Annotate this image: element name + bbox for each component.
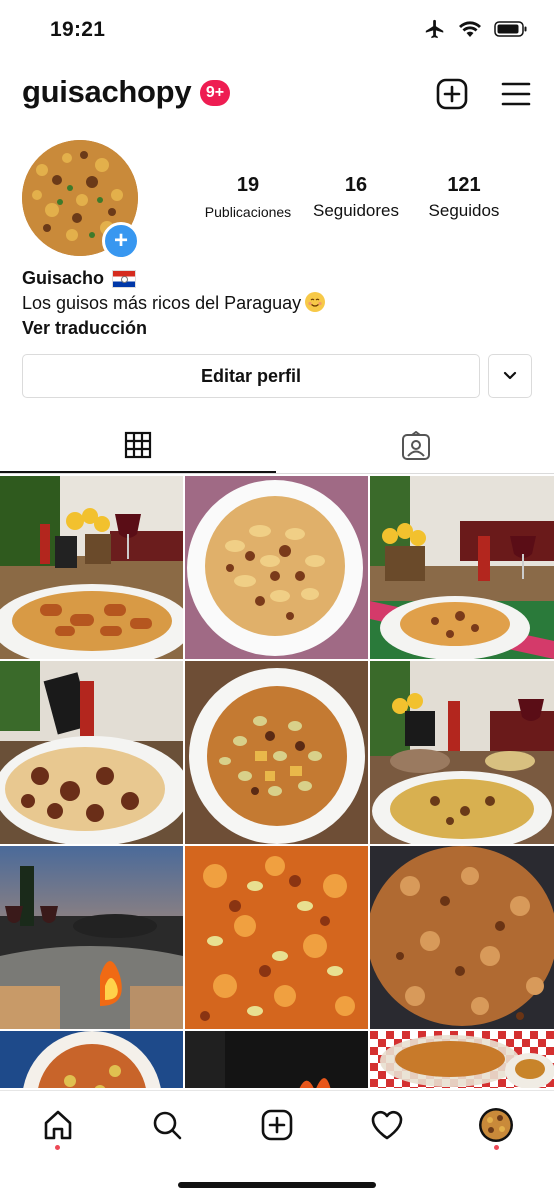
food-photo: [370, 661, 554, 844]
bio-text: Los guisos más ricos del Paraguay: [22, 293, 302, 313]
bio-text-row: Los guisos más ricos del Paraguay: [22, 291, 532, 316]
profile-stats: 19 Publicaciones 16 Seguidores 121 Segui…: [196, 174, 516, 221]
tab-tagged[interactable]: [278, 418, 554, 474]
stat-followers-label: Seguidores: [312, 201, 399, 220]
post-thumbnail[interactable]: [185, 661, 368, 844]
status-icons: [424, 18, 528, 45]
posts-grid: [0, 476, 554, 1088]
new-post-icon: [261, 1109, 293, 1141]
search-icon: [153, 1111, 182, 1140]
post-thumbnail[interactable]: [185, 846, 368, 1029]
smiling-face-icon: [305, 292, 326, 312]
edit-profile-button[interactable]: Editar perfil: [22, 354, 480, 398]
post-thumbnail[interactable]: [370, 476, 554, 659]
post-thumbnail[interactable]: [185, 476, 368, 659]
post-thumbnail[interactable]: [0, 476, 183, 659]
stat-following-count: 121: [447, 174, 481, 196]
grid-icon: [124, 431, 152, 458]
status-bar: 19:21: [0, 0, 554, 60]
nav-profile[interactable]: [476, 1105, 516, 1145]
home-indicator: [178, 1182, 376, 1188]
profile-header: guisachopy 9+: [0, 72, 554, 118]
profile-bio: Guisacho Los guisos más ricos del Paragu…: [22, 266, 532, 341]
post-thumbnail[interactable]: [370, 661, 554, 844]
nav-search[interactable]: [147, 1105, 187, 1145]
stat-posts-count: 19: [236, 174, 260, 196]
stat-followers[interactable]: 16 Seguidores: [304, 174, 408, 221]
post-thumbnail[interactable]: [0, 846, 183, 1029]
add-story-icon[interactable]: +: [102, 222, 140, 260]
username-title[interactable]: guisachopy: [22, 74, 192, 110]
tab-grid[interactable]: [0, 418, 276, 473]
stat-following[interactable]: 121 Seguidos: [412, 174, 516, 221]
menu-icon[interactable]: [498, 76, 534, 112]
profile-avatar-icon: [479, 1108, 513, 1142]
profile-notification-dot: [494, 1145, 499, 1150]
suggestions-dropdown-button[interactable]: [488, 354, 532, 398]
food-photo: [185, 1031, 368, 1088]
tagged-icon: [402, 431, 430, 460]
activity-heart-icon: [371, 1110, 403, 1140]
profile-name-row: Guisacho: [22, 266, 532, 291]
wifi-icon: [458, 20, 482, 43]
chevron-down-icon: [503, 371, 517, 380]
home-icon: [44, 1110, 72, 1140]
food-photo: [0, 476, 183, 659]
food-photo: [370, 846, 554, 1029]
airplane-icon: [424, 18, 446, 45]
post-thumbnail[interactable]: [370, 1031, 554, 1088]
status-time: 19:21: [50, 18, 106, 41]
nav-home[interactable]: [38, 1105, 78, 1145]
translate-link[interactable]: Ver traducción: [22, 316, 532, 341]
profile-tabs: [0, 418, 554, 474]
post-thumbnail[interactable]: [0, 1031, 183, 1088]
nav-activity[interactable]: [367, 1105, 407, 1145]
paraguay-flag-icon: [112, 269, 137, 288]
profile-name: Guisacho: [22, 268, 105, 288]
food-photo: [0, 1031, 183, 1088]
food-photo: [185, 661, 368, 844]
home-notification-dot: [55, 1145, 60, 1150]
new-post-icon[interactable]: [434, 76, 470, 112]
stat-followers-count: 16: [344, 174, 368, 196]
food-photo: [370, 1031, 554, 1088]
nav-new-post[interactable]: [257, 1105, 297, 1145]
food-photo: [185, 846, 368, 1029]
stat-posts-label: Publicaciones: [204, 204, 292, 220]
stat-posts[interactable]: 19 Publicaciones: [196, 174, 300, 221]
food-photo: [0, 846, 183, 1029]
food-photo: [370, 476, 554, 659]
post-thumbnail[interactable]: [185, 1031, 368, 1088]
battery-icon: [494, 20, 528, 43]
post-thumbnail[interactable]: [370, 846, 554, 1029]
food-photo: [0, 661, 183, 844]
food-photo: [185, 476, 368, 659]
post-thumbnail[interactable]: [0, 661, 183, 844]
profile-avatar[interactable]: +: [22, 140, 140, 260]
stat-following-label: Seguidos: [428, 201, 500, 220]
notification-badge[interactable]: 9+: [200, 80, 230, 106]
